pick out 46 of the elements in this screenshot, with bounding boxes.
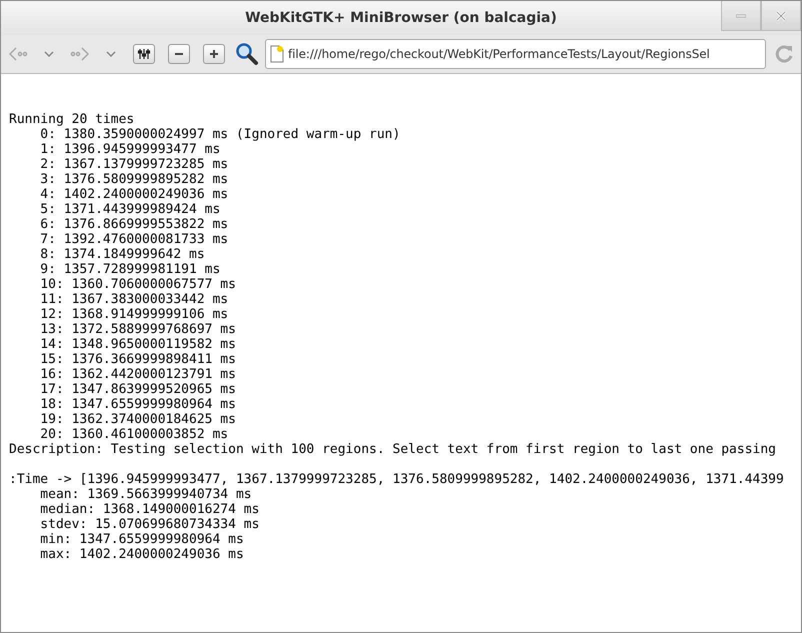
output-line: 11: 1367.383000033442 ms xyxy=(39,292,230,307)
settings-button[interactable] xyxy=(133,44,155,64)
minimize-button[interactable] xyxy=(721,1,761,31)
output-line: 2: 1367.1379999723285 ms xyxy=(39,157,230,172)
output-line: stdev: 15.070699680734334 ms xyxy=(39,517,260,532)
search-icon xyxy=(235,42,259,66)
caret-icon xyxy=(44,51,54,57)
zoom-in-button[interactable] xyxy=(203,44,225,64)
output-line: 17: 1347.8639999520965 ms xyxy=(39,382,237,397)
output-line: 19: 1362.3740000184625 ms xyxy=(39,412,237,427)
close-button[interactable] xyxy=(761,1,801,31)
output-line: 12: 1368.914999999106 ms xyxy=(39,307,230,322)
reload-icon xyxy=(773,43,795,65)
output-line: 13: 1372.5889999768697 ms xyxy=(39,322,237,337)
output-line: 0: 1380.3590000024997 ms (Ignored warm-up run) xyxy=(39,127,402,142)
output-line: max: 1402.2400000249036 ms xyxy=(39,547,245,562)
output-line: 14: 1348.9650000119582 ms xyxy=(39,337,237,352)
page-icon xyxy=(270,45,284,63)
output-line: min: 1347.6559999980964 ms xyxy=(39,532,245,547)
output-line: 20: 1360.461000003852 ms xyxy=(39,427,230,442)
minimize-icon xyxy=(736,14,746,18)
window-title: WebKitGTK+ MiniBrowser (on balcagia) xyxy=(245,10,557,26)
output-line: 1: 1396.945999993477 ms xyxy=(39,142,222,157)
zoom-out-button[interactable] xyxy=(168,44,190,64)
output-line: 10: 1360.7060000067577 ms xyxy=(39,277,237,292)
sliders-icon xyxy=(137,48,151,60)
output-line: 18: 1347.6559999980964 ms xyxy=(39,397,237,412)
output-line: 5: 1371.443999989424 ms xyxy=(39,202,222,217)
output-line: 3: 1376.5809999895282 ms xyxy=(39,172,230,187)
search-button[interactable] xyxy=(234,41,260,67)
caret-icon xyxy=(106,51,116,57)
output-line: 9: 1357.728999981191 ms xyxy=(39,262,222,277)
output-line: :Time -> [1396.945999993477, 1367.1379999723285, 1376.5809999895282, 1402.2400000249036, 1371.44399 xyxy=(9,472,785,487)
output-line: 6: 1376.8669999553822 ms xyxy=(39,217,230,232)
output-line: 16: 1362.4420000123791 ms xyxy=(39,367,237,382)
output-line: 4: 1402.2400000249036 ms xyxy=(39,187,230,202)
output-line: 15: 1376.3669999898411 ms xyxy=(39,352,237,367)
close-icon xyxy=(776,10,786,20)
plus-icon xyxy=(209,49,219,59)
output-line: mean: 1369.5663999940734 ms xyxy=(39,487,253,502)
output-line: Description: Testing selection with 100 regions. Select text from first region to last one passing xyxy=(9,442,778,457)
output-line: median: 1368.149000016274 ms xyxy=(39,502,260,517)
output-line: 7: 1392.4760000081733 ms xyxy=(39,232,230,247)
url-field[interactable]: file:///home/rego/checkout/WebKit/PerformanceTests/Layout/RegionsSel xyxy=(265,39,766,69)
output-line: Running 20 times xyxy=(9,112,136,127)
output-line: 8: 1374.1849999642 ms xyxy=(39,247,206,262)
